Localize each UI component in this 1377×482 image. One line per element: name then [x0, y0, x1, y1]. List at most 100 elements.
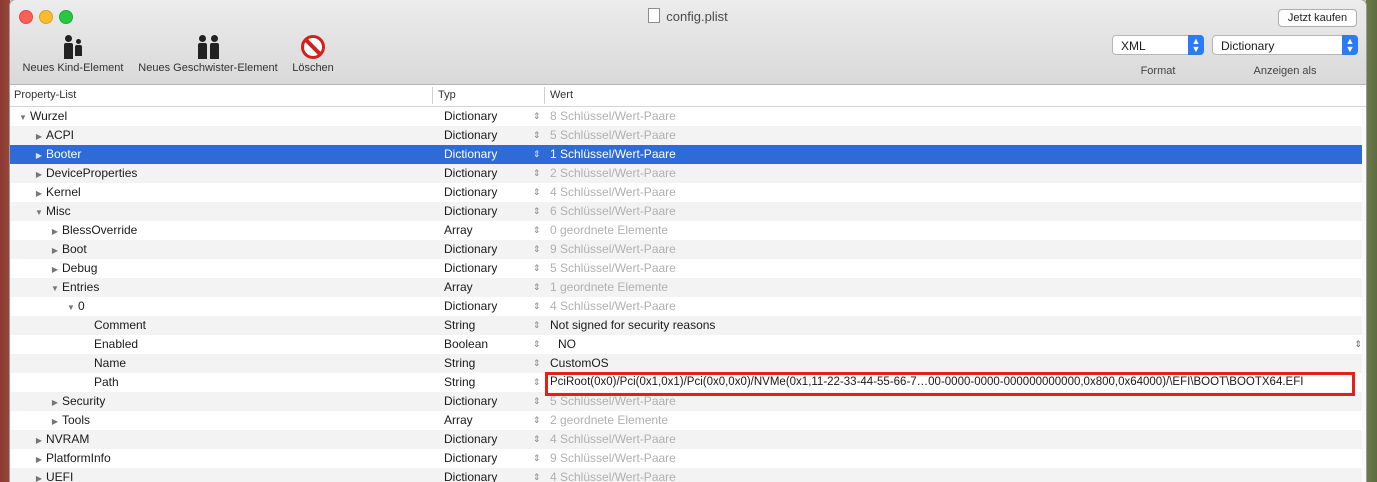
chevron-updown-icon[interactable]: ⇕: [533, 392, 541, 411]
column-header-type[interactable]: Typ: [438, 89, 456, 101]
chevron-updown-icon[interactable]: ⇕: [533, 468, 541, 482]
column-header-property-list[interactable]: Property-List: [14, 89, 76, 101]
row-type[interactable]: Dictionary: [444, 183, 497, 202]
disclosure-collapsed-icon[interactable]: ▶: [50, 222, 60, 241]
row-type[interactable]: Dictionary: [444, 107, 497, 126]
row-key: Misc: [46, 204, 71, 218]
row-value-boolean[interactable]: NO: [558, 335, 576, 354]
disclosure-expanded-icon[interactable]: ▼: [50, 279, 60, 298]
table-row[interactable]: ▶ NVRAM Dictionary ⇕ 4 Schlüssel/Wert-Paa…: [10, 430, 1366, 449]
table-row[interactable]: Name String ⇕ CustomOS: [10, 354, 1366, 373]
chevron-updown-icon[interactable]: ⇕: [533, 449, 541, 468]
row-type[interactable]: String: [444, 316, 475, 335]
toolbar: config.plist Jetzt kaufen Neues Kind-Ele…: [10, 0, 1366, 85]
table-row[interactable]: ▼ Entries Array ⇕ 1 geordnete Elemente: [10, 278, 1366, 297]
column-header-value[interactable]: Wert: [550, 89, 573, 101]
disclosure-expanded-icon[interactable]: ▼: [66, 298, 76, 317]
chevron-updown-icon[interactable]: ⇕: [533, 259, 541, 278]
row-type[interactable]: Dictionary: [444, 297, 497, 316]
table-row[interactable]: ▶ Kernel Dictionary ⇕ 4 Schlüssel/Wert-Pa…: [10, 183, 1366, 202]
new-sibling-icon: [134, 32, 282, 62]
row-value[interactable]: CustomOS: [550, 354, 609, 373]
chevron-updown-icon[interactable]: ⇕: [533, 183, 541, 202]
chevron-updown-icon[interactable]: ⇕: [1354, 335, 1362, 354]
row-type[interactable]: String: [444, 373, 475, 392]
format-popup[interactable]: XML ▲ ▼: [1112, 35, 1204, 55]
format-popup-value: XML: [1121, 39, 1146, 53]
table-row[interactable]: ▶ Debug Dictionary ⇕ 5 Schlüssel/Wert-Paa…: [10, 259, 1366, 278]
row-type[interactable]: Dictionary: [444, 164, 497, 183]
table-row[interactable]: Enabled Boolean ⇕ NO ⇕: [10, 335, 1366, 354]
table-row[interactable]: ▶ Tools Array ⇕ 2 geordnete Elemente: [10, 411, 1366, 430]
table-row[interactable]: ▶ BlessOverride Array ⇕ 0 geordnete Eleme…: [10, 221, 1366, 240]
chevron-updown-icon[interactable]: ⇕: [533, 164, 541, 183]
table-row[interactable]: ▼ Wurzel Dictionary ⇕ 8 Schlüssel/Wert-Pa…: [10, 107, 1366, 126]
row-type[interactable]: Dictionary: [444, 468, 497, 482]
property-list-outline: ▼ Wurzel Dictionary ⇕ 8 Schlüssel/Wert-Pa…: [10, 107, 1366, 482]
disclosure-expanded-icon[interactable]: ▼: [34, 203, 44, 222]
table-row[interactable]: ▶ Boot Dictionary ⇕ 9 Schlüssel/Wert-Paar…: [10, 240, 1366, 259]
chevron-updown-icon[interactable]: ⇕: [533, 126, 541, 145]
chevron-updown-icon[interactable]: ⇕: [533, 316, 541, 335]
buy-now-button[interactable]: Jetzt kaufen: [1278, 9, 1357, 27]
row-type[interactable]: Dictionary: [444, 449, 497, 468]
row-type[interactable]: Dictionary: [444, 430, 497, 449]
chevron-updown-icon[interactable]: ⇕: [533, 411, 541, 430]
row-type[interactable]: Dictionary: [444, 392, 497, 411]
disclosure-collapsed-icon[interactable]: ▶: [34, 431, 44, 450]
row-key: Kernel: [46, 185, 81, 199]
row-key: Name: [94, 356, 127, 370]
row-type[interactable]: Array: [444, 278, 473, 297]
table-row[interactable]: Comment String ⇕ Not signed for security…: [10, 316, 1366, 335]
delete-icon: [288, 32, 338, 62]
row-type[interactable]: Dictionary: [444, 126, 497, 145]
chevron-updown-icon[interactable]: ⇕: [533, 297, 541, 316]
row-type[interactable]: Dictionary: [444, 202, 497, 221]
row-type[interactable]: Array: [444, 221, 473, 240]
table-row-selected[interactable]: ▶ Booter Dictionary ⇕ 1 Schlüssel/Wert-Pa…: [10, 145, 1366, 164]
view-as-popup[interactable]: Dictionary ▲ ▼: [1212, 35, 1358, 55]
chevron-updown-icon[interactable]: ⇕: [533, 107, 541, 126]
vertical-scrollbar[interactable]: [1362, 107, 1366, 482]
new-child-button[interactable]: Neues Kind-Element: [18, 32, 128, 74]
chevron-updown-icon[interactable]: ⇕: [533, 145, 541, 164]
table-row[interactable]: ▶ ACPI Dictionary ⇕ 5 Schlüssel/Wert-Paar…: [10, 126, 1366, 145]
disclosure-collapsed-icon[interactable]: ▶: [50, 412, 60, 431]
disclosure-collapsed-icon[interactable]: ▶: [34, 450, 44, 469]
row-value: 0 geordnete Elemente: [550, 223, 669, 237]
row-type[interactable]: String: [444, 354, 475, 373]
row-type[interactable]: Array: [444, 411, 473, 430]
chevron-updown-icon: ▲ ▼: [1342, 35, 1358, 55]
chevron-updown-icon[interactable]: ⇕: [533, 278, 541, 297]
disclosure-collapsed-icon[interactable]: ▶: [50, 241, 60, 260]
row-type[interactable]: Dictionary: [444, 145, 497, 164]
new-sibling-button[interactable]: Neues Geschwister-Element: [134, 32, 282, 74]
disclosure-collapsed-icon[interactable]: ▶: [34, 127, 44, 146]
table-row[interactable]: ▶ UEFI Dictionary ⇕ 4 Schlüssel/Wert-Paar…: [10, 468, 1366, 482]
table-row[interactable]: ▶ PlatformInfo Dictionary ⇕ 9 Schlüssel/W…: [10, 449, 1366, 468]
disclosure-collapsed-icon[interactable]: ▶: [34, 165, 44, 184]
delete-button[interactable]: Löschen: [288, 32, 338, 74]
chevron-updown-icon[interactable]: ⇕: [533, 240, 541, 259]
disclosure-collapsed-icon[interactable]: ▶: [34, 184, 44, 203]
table-row[interactable]: ▶ DeviceProperties Dictionary ⇕ 2 Schlüss…: [10, 164, 1366, 183]
row-type[interactable]: Dictionary: [444, 240, 497, 259]
disclosure-collapsed-icon[interactable]: ▶: [50, 393, 60, 412]
chevron-updown-icon[interactable]: ⇕: [533, 221, 541, 240]
chevron-updown-icon[interactable]: ⇕: [533, 335, 541, 354]
disclosure-collapsed-icon[interactable]: ▶: [34, 469, 44, 482]
table-row[interactable]: ▼ 0 Dictionary ⇕ 4 Schlüssel/Wert-Paare: [10, 297, 1366, 316]
row-value[interactable]: Not signed for security reasons: [550, 316, 715, 335]
new-child-icon: [18, 32, 128, 62]
chevron-updown-icon[interactable]: ⇕: [533, 202, 541, 221]
row-type[interactable]: Boolean: [444, 335, 488, 354]
chevron-updown-icon[interactable]: ⇕: [533, 354, 541, 373]
disclosure-expanded-icon[interactable]: ▼: [18, 108, 28, 127]
chevron-updown-icon[interactable]: ⇕: [533, 430, 541, 449]
table-row[interactable]: ▼ Misc Dictionary ⇕ 6 Schlüssel/Wert-Paar…: [10, 202, 1366, 221]
row-type[interactable]: Dictionary: [444, 259, 497, 278]
row-value: 6 Schlüssel/Wert-Paare: [550, 204, 676, 218]
disclosure-collapsed-icon[interactable]: ▶: [50, 260, 60, 279]
chevron-updown-icon[interactable]: ⇕: [533, 373, 541, 392]
disclosure-collapsed-icon[interactable]: ▶: [34, 146, 44, 165]
